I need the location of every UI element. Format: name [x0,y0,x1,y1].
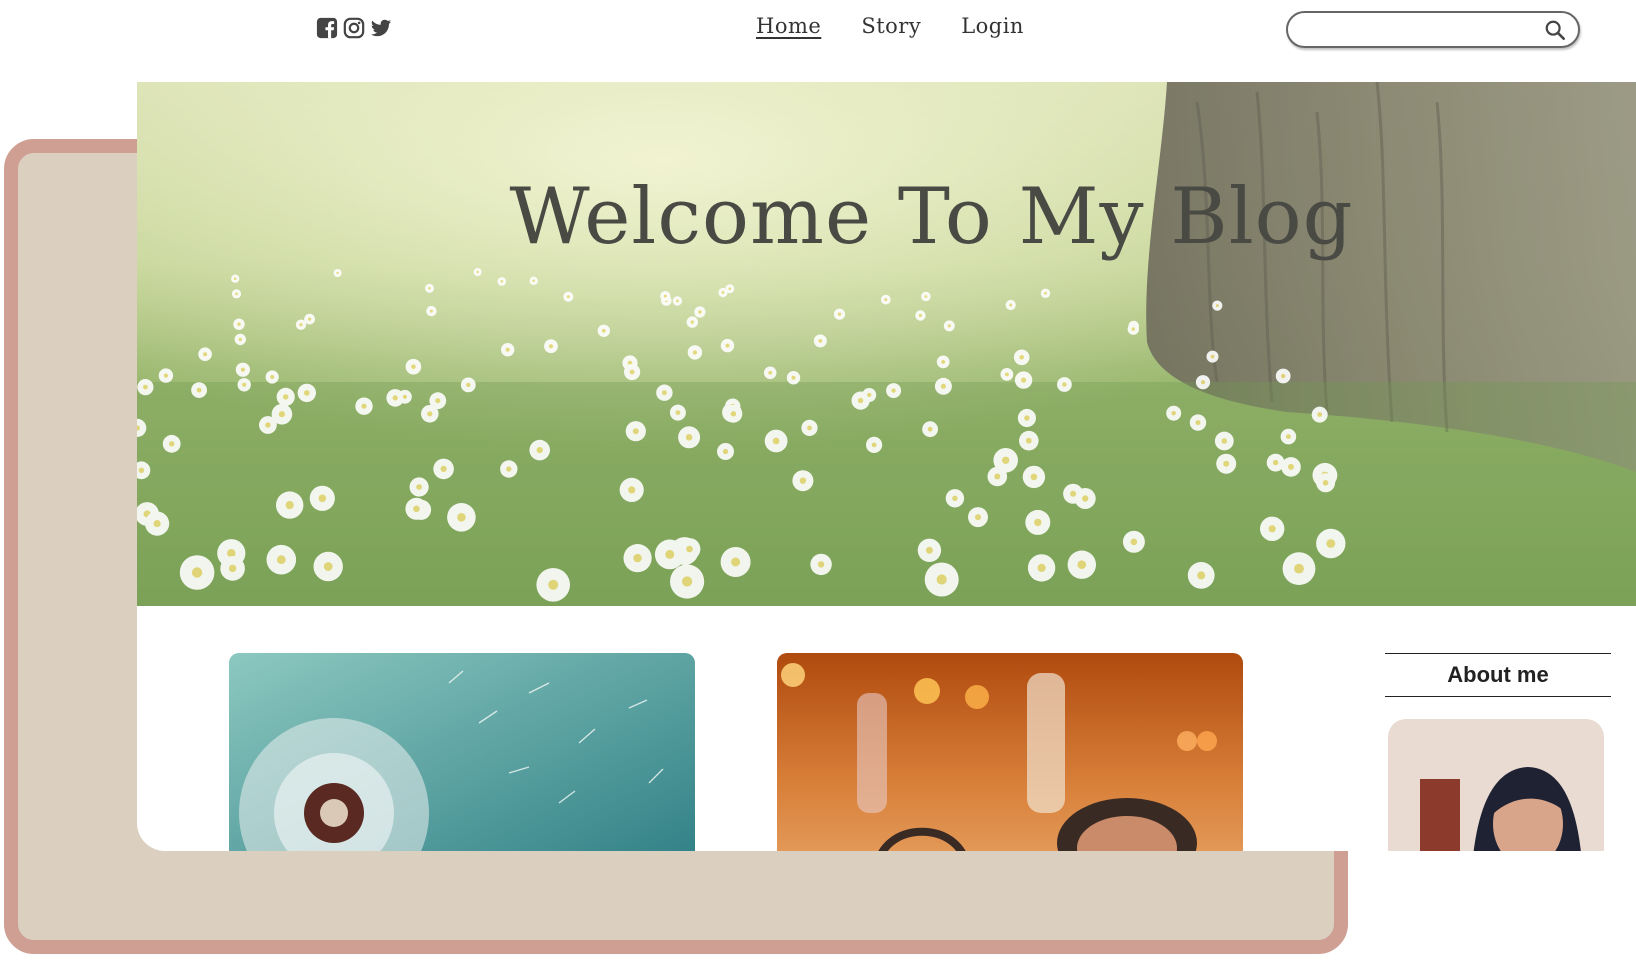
social-links [316,17,392,39]
facebook-square-icon[interactable] [316,17,338,39]
main-card: Welcome To My Blog About me [137,82,1636,851]
hero-title: Welcome To My Blog [509,172,1354,262]
nav-home-link[interactable]: Home [756,14,821,38]
search-icon[interactable] [1544,19,1566,41]
dandelion-image [229,653,695,851]
instagram-icon[interactable] [343,17,365,39]
headphones-image [777,653,1243,851]
hero-banner: Welcome To My Blog [137,82,1636,606]
about-me-section: About me [1385,653,1611,851]
nav-story-link[interactable]: Story [861,14,921,38]
blog-post-card-1[interactable] [229,653,695,851]
search-input[interactable] [1302,19,1522,41]
blog-post-card-2[interactable] [777,653,1243,851]
twitter-icon[interactable] [370,17,392,39]
hero-meadow-image [137,82,1636,606]
main-nav: Home Story Login [756,14,1024,38]
author-portrait-image [1388,719,1604,851]
nav-login-link[interactable]: Login [961,14,1024,38]
search-box [1286,11,1580,48]
avatar [1388,719,1604,851]
about-me-heading: About me [1385,653,1611,697]
